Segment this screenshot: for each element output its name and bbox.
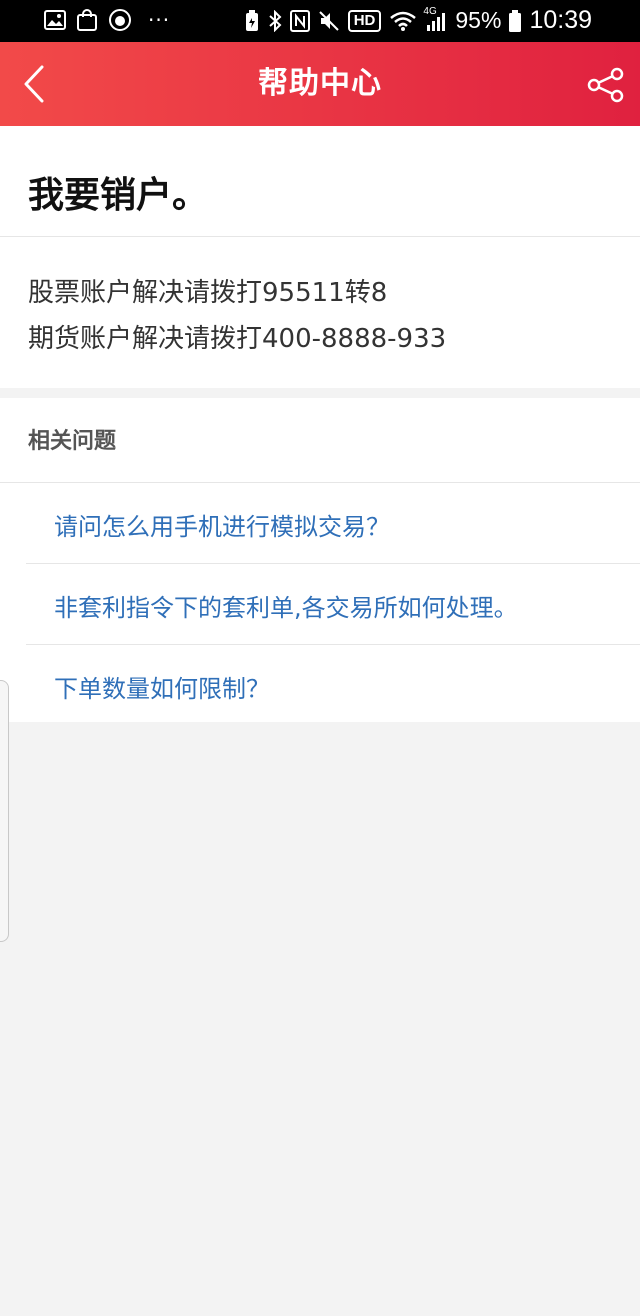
battery-percent: 95% (455, 7, 502, 33)
battery-saver-icon (244, 9, 260, 32)
related-questions-header: 相关问题 (28, 429, 117, 454)
hd-voice-badge: HD (347, 9, 382, 32)
share-button[interactable] (584, 64, 628, 106)
mute-icon (318, 10, 340, 32)
related-question-item[interactable]: 请问怎么用手机进行模拟交易？ (26, 483, 640, 564)
related-questions-card: 相关问题 请问怎么用手机进行模拟交易？ 非套利指令下的套利单,各交易所如何处理。… (0, 398, 640, 722)
related-question-item[interactable]: 下单数量如何限制？ (26, 645, 640, 725)
related-question-link[interactable]: 请问怎么用手机进行模拟交易？ (54, 507, 390, 542)
divider (0, 236, 640, 237)
app-notification-icon (108, 8, 132, 32)
related-question-link[interactable]: 下单数量如何限制？ (54, 669, 270, 704)
nfc-icon (289, 9, 310, 32)
status-bar-system: HD 4G 95% 10:39 (244, 6, 592, 35)
status-bar: ··· HD 4G 95% 10:39 (0, 0, 640, 42)
related-question-link[interactable]: 非套利指令下的套利单,各交易所如何处理。 (54, 588, 518, 623)
network-type-label: 4G (423, 5, 437, 17)
share-icon (587, 67, 624, 103)
image-icon (44, 10, 66, 30)
page-title: 帮助中心 (258, 66, 382, 101)
status-bar-notifications: ··· (44, 8, 170, 32)
question-title: 我要销户。 (28, 175, 209, 216)
wifi-icon (389, 10, 417, 32)
answer-line: 股票账户解决请拨打95511转8 (28, 278, 388, 308)
battery-icon (509, 9, 522, 32)
app-header: 帮助中心 (0, 42, 640, 126)
related-question-item[interactable]: 非套利指令下的套利单,各交易所如何处理。 (26, 564, 640, 645)
question-card: 我要销户。 股票账户解决请拨打95511转8 期货账户解决请拨打400-8888… (0, 126, 640, 388)
cellular-signal-icon: 4G (423, 6, 447, 32)
edge-panel-handle[interactable] (0, 680, 9, 942)
answer-line: 期货账户解决请拨打400-8888-933 (28, 324, 447, 354)
clock: 10:39 (529, 6, 592, 34)
more-notifications-icon: ··· (148, 8, 171, 32)
bluetooth-icon (268, 9, 282, 32)
shopping-bag-icon (76, 9, 98, 31)
